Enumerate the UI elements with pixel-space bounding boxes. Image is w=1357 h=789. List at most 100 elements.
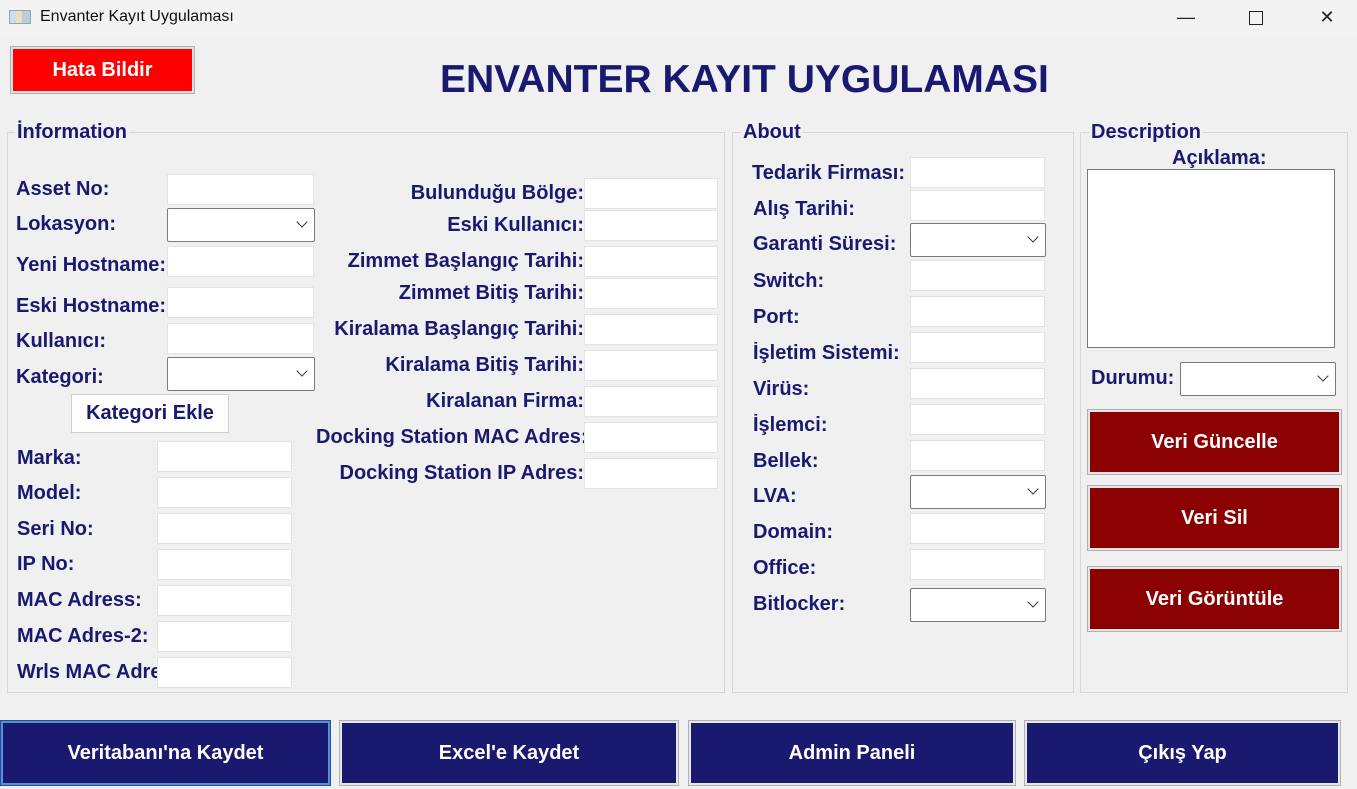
kategori-select[interactable] — [167, 357, 315, 391]
maximize-button[interactable] — [1233, 0, 1279, 34]
office-label: Office: — [753, 557, 817, 579]
information-group-title: İnformation — [15, 121, 129, 144]
kiralama-baslangic-input[interactable] — [584, 314, 718, 345]
kiralanan-firma-label: Kiralanan Firma: — [426, 390, 584, 412]
mac-adress-input[interactable] — [157, 585, 292, 616]
kiralanan-firma-input[interactable] — [584, 386, 718, 417]
about-group-title: About — [741, 121, 803, 144]
islemci-label: İşlemci: — [753, 414, 828, 436]
yeni-hostname-input[interactable] — [167, 246, 314, 277]
mac-adres-2-input[interactable] — [157, 621, 292, 652]
docking-ip-label: Docking Station IP Adres: — [339, 462, 584, 484]
seri-no-label: Seri No: — [17, 518, 94, 540]
wrls-mac-input[interactable] — [157, 657, 292, 688]
office-input[interactable] — [910, 549, 1045, 580]
window-title: Envanter Kayıt Uygulaması — [40, 8, 234, 25]
bitlocker-select[interactable] — [910, 588, 1046, 622]
zimmet-baslangic-label: Zimmet Başlangıç Tarihi: — [347, 250, 584, 272]
bellek-label: Bellek: — [753, 450, 819, 472]
switch-input[interactable] — [910, 260, 1045, 291]
docking-ip-input[interactable] — [584, 458, 718, 489]
lokasyon-select[interactable] — [167, 208, 315, 242]
maximize-icon — [1249, 11, 1263, 26]
durumu-label: Durumu: — [1091, 367, 1175, 389]
veritabanina-kaydet-button[interactable]: Veritabanı'na Kaydet — [0, 720, 331, 786]
chevron-down-icon — [1027, 231, 1039, 243]
asset-no-input[interactable] — [167, 174, 314, 205]
excele-kaydet-button[interactable]: Excel'e Kaydet — [339, 720, 679, 786]
bitlocker-label: Bitlocker: — [753, 593, 846, 615]
description-group-title: Description — [1089, 121, 1204, 144]
alis-tarihi-label: Alış Tarihi: — [753, 198, 855, 220]
model-input[interactable] — [157, 477, 292, 508]
wrls-mac-label: Wrls MAC Adres: — [17, 661, 157, 683]
domain-input[interactable] — [910, 513, 1045, 544]
report-error-button[interactable]: Hata Bildir — [10, 46, 195, 94]
isletim-sistemi-label: İşletim Sistemi: — [753, 342, 900, 364]
chevron-down-icon — [1027, 596, 1039, 608]
marka-input[interactable] — [157, 441, 292, 472]
tedarik-firmasi-label: Tedarik Firması: — [752, 162, 906, 184]
chevron-down-icon — [1317, 370, 1329, 382]
marka-label: Marka: — [17, 447, 82, 469]
aciklama-label: Açıklama: — [1172, 147, 1267, 169]
model-label: Model: — [17, 482, 82, 504]
bulundugu-bolge-label: Bulunduğu Bölge: — [410, 182, 584, 204]
title-bar: Envanter Kayıt Uygulaması — ✕ — [0, 0, 1357, 36]
garanti-suresi-select[interactable] — [910, 223, 1046, 257]
cikis-yap-button[interactable]: Çıkış Yap — [1024, 720, 1341, 786]
lva-select[interactable] — [910, 475, 1046, 509]
zimmet-baslangic-input[interactable] — [584, 246, 718, 277]
close-button[interactable]: ✕ — [1304, 0, 1350, 34]
zimmet-bitis-label: Zimmet Bitiş Tarihi: — [398, 282, 584, 304]
domain-label: Domain: — [753, 521, 833, 543]
ip-no-input[interactable] — [157, 549, 292, 580]
mac-adress-label: MAC Adress: — [17, 589, 142, 611]
seri-no-input[interactable] — [157, 513, 292, 544]
minimize-button[interactable]: — — [1163, 0, 1209, 34]
veri-goruntule-button[interactable]: Veri Görüntüle — [1087, 566, 1342, 632]
virus-input[interactable] — [910, 368, 1045, 399]
bellek-input[interactable] — [910, 440, 1045, 471]
page-title: ENVANTER KAYIT UYGULAMASI — [440, 58, 1049, 101]
tedarik-firmasi-input[interactable] — [910, 157, 1045, 188]
kiralama-bitis-label: Kiralama Bitiş Tarihi: — [385, 354, 584, 376]
lokasyon-label: Lokasyon: — [16, 213, 117, 235]
kiralama-bitis-input[interactable] — [584, 350, 718, 381]
chevron-down-icon — [296, 216, 308, 228]
lva-label: LVA: — [753, 485, 797, 507]
kullanici-label: Kullanıcı: — [16, 330, 107, 352]
kullanici-input[interactable] — [167, 323, 314, 354]
docking-mac-input[interactable] — [584, 422, 718, 453]
isletim-sistemi-input[interactable] — [910, 332, 1045, 363]
eski-hostname-input[interactable] — [167, 287, 314, 318]
eski-kullanici-input[interactable] — [584, 210, 718, 241]
switch-label: Switch: — [753, 270, 825, 292]
islemci-input[interactable] — [910, 404, 1045, 435]
admin-paneli-button[interactable]: Admin Paneli — [688, 720, 1016, 786]
virus-label: Virüs: — [753, 378, 810, 400]
kategori-ekle-button[interactable]: Kategori Ekle — [71, 394, 229, 433]
kategori-label: Kategori: — [16, 366, 104, 388]
app-icon — [9, 10, 31, 24]
chevron-down-icon — [296, 365, 308, 377]
docking-mac-label: Docking Station MAC Adres: — [316, 426, 584, 448]
port-label: Port: — [753, 306, 800, 328]
ip-no-label: IP No: — [17, 553, 75, 575]
garanti-suresi-label: Garanti Süresi: — [753, 233, 897, 255]
asset-no-label: Asset No: — [16, 178, 110, 200]
chevron-down-icon — [1027, 483, 1039, 495]
alis-tarihi-input[interactable] — [910, 190, 1045, 221]
veri-sil-button[interactable]: Veri Sil — [1087, 485, 1342, 551]
kiralama-baslangic-label: Kiralama Başlangıç Tarihi: — [334, 318, 584, 340]
bulundugu-bolge-input[interactable] — [584, 178, 718, 209]
eski-kullanici-label: Eski Kullanıcı: — [447, 214, 584, 236]
yeni-hostname-label: Yeni Hostname: — [16, 254, 167, 276]
zimmet-bitis-input[interactable] — [584, 278, 718, 309]
mac-adres-2-label: MAC Adres-2: — [17, 625, 149, 647]
aciklama-textarea[interactable] — [1087, 169, 1335, 348]
eski-hostname-label: Eski Hostname: — [16, 295, 167, 317]
veri-guncelle-button[interactable]: Veri Güncelle — [1087, 409, 1342, 475]
port-input[interactable] — [910, 296, 1045, 327]
durumu-select[interactable] — [1180, 362, 1336, 396]
